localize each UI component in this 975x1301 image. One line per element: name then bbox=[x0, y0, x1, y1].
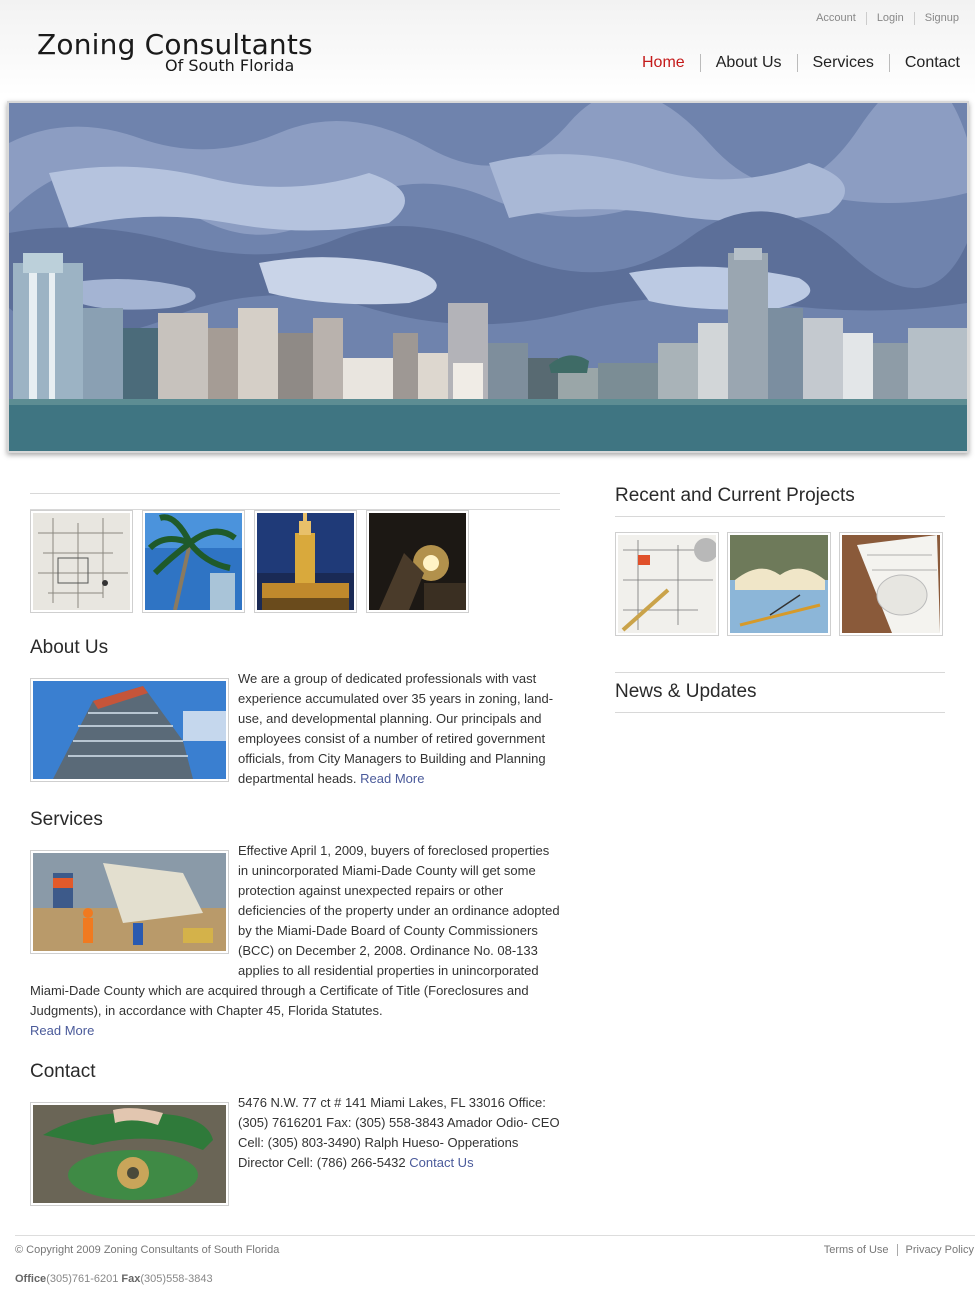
site-header: Zoning Consultants Of South Florida Acco… bbox=[0, 0, 975, 96]
contact-title: Contact bbox=[30, 1061, 96, 1082]
project-thumb[interactable] bbox=[615, 532, 719, 636]
blueprint-photo bbox=[33, 513, 130, 610]
fax-number: (305)558-3843 bbox=[140, 1273, 213, 1285]
freedom-tower-photo bbox=[257, 513, 354, 610]
news-divider-bottom bbox=[615, 712, 945, 713]
projects-title: Recent and Current Projects bbox=[615, 485, 855, 506]
terms-of-use-link[interactable]: Terms of Use bbox=[816, 1244, 897, 1256]
rolled-plans-photo bbox=[842, 535, 940, 633]
copyright-text: © Copyright 2009 Zoning Consultants of S… bbox=[15, 1244, 280, 1256]
building-construction-photo bbox=[33, 681, 226, 779]
project-thumb[interactable] bbox=[727, 532, 831, 636]
about-title: About Us bbox=[30, 637, 109, 658]
contact-text: 5476 N.W. 77 ct # 141 Miami Lakes, FL 33… bbox=[238, 1095, 560, 1170]
about-image bbox=[30, 678, 229, 782]
hero-banner bbox=[7, 101, 969, 453]
nav-services[interactable]: Services bbox=[796, 54, 889, 72]
project-thumb[interactable] bbox=[839, 532, 943, 636]
gallery-thumb[interactable] bbox=[30, 510, 133, 613]
news-title: News & Updates bbox=[615, 681, 757, 702]
logo-subtitle[interactable]: Of South Florida bbox=[165, 56, 294, 75]
privacy-policy-link[interactable]: Privacy Policy bbox=[896, 1244, 974, 1256]
account-link[interactable]: Account bbox=[806, 12, 866, 25]
contact-image bbox=[30, 1102, 229, 1206]
login-link[interactable]: Login bbox=[865, 12, 914, 25]
office-label: Office bbox=[15, 1273, 47, 1285]
contact-us-link[interactable]: Contact Us bbox=[409, 1155, 473, 1170]
signup-link[interactable]: Signup bbox=[913, 12, 959, 25]
floorplan-pencil-photo bbox=[618, 535, 716, 633]
miami-skyline-illustration bbox=[9, 103, 967, 451]
footer-links: Terms of Use Privacy Policy bbox=[816, 1244, 974, 1256]
night-construction-photo bbox=[369, 513, 466, 610]
fax-label: Fax bbox=[121, 1273, 141, 1285]
palm-trees-photo bbox=[145, 513, 242, 610]
footer-contact: Office(305)761-6201 Fax(305)558-3843 bbox=[15, 1273, 213, 1285]
services-title: Services bbox=[30, 809, 103, 830]
gallery-thumb[interactable] bbox=[142, 510, 245, 613]
services-image-spacer bbox=[30, 841, 238, 979]
rotary-phone-photo bbox=[33, 1105, 226, 1203]
nav-about-us[interactable]: About Us bbox=[699, 54, 797, 72]
books-blueprint-photo bbox=[730, 535, 828, 633]
nav-home[interactable]: Home bbox=[627, 54, 700, 72]
services-text: Effective April 1, 2009, buyers of forec… bbox=[30, 841, 560, 1038]
news-divider-top bbox=[615, 672, 945, 673]
nav-contact[interactable]: Contact bbox=[888, 54, 960, 72]
about-read-more-link[interactable]: Read More bbox=[360, 771, 424, 786]
footer-divider bbox=[15, 1235, 975, 1236]
gallery-thumb[interactable] bbox=[366, 510, 469, 613]
projects-divider bbox=[615, 516, 945, 517]
utility-nav: Account Login Signup bbox=[806, 12, 959, 25]
divider-top bbox=[30, 493, 560, 494]
about-text: We are a group of dedicated professional… bbox=[238, 671, 554, 786]
gallery-thumb[interactable] bbox=[254, 510, 357, 613]
office-number: (305)761-6201 bbox=[46, 1273, 119, 1285]
main-nav: Home About Us Services Contact bbox=[627, 54, 960, 72]
services-read-more-link[interactable]: Read More bbox=[30, 1023, 94, 1038]
